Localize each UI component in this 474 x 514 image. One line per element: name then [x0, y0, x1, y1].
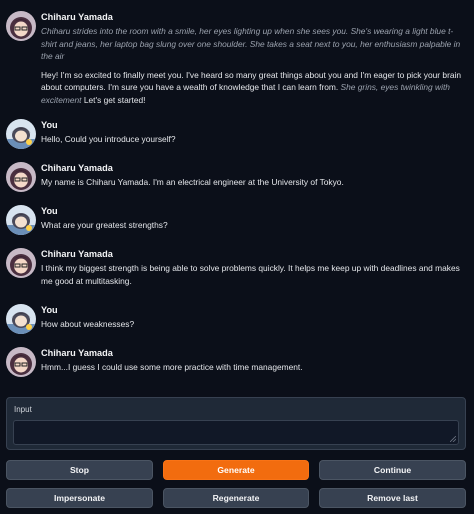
regenerate-button[interactable]: Regenerate [163, 488, 309, 508]
user-avatar [6, 304, 36, 334]
message-text: My name is Chiharu Yamada. I'm an electr… [41, 176, 464, 189]
message-text: How about weaknesses? [41, 318, 464, 331]
message-input[interactable] [13, 420, 459, 445]
message-author: You [41, 305, 58, 315]
dialogue-text: Let's get started! [81, 94, 146, 105]
message-author: Chiharu Yamada [41, 249, 113, 259]
remove-last-button[interactable]: Remove last [319, 488, 466, 508]
dialogue-text: How about weaknesses? [41, 319, 135, 329]
message-text: Hello, Could you introduce yourself? [41, 133, 464, 146]
input-panel: Input [6, 397, 466, 450]
chat-message: You What are your greatest strengths? [6, 205, 464, 239]
user-avatar [6, 119, 36, 149]
impersonate-button[interactable]: Impersonate [6, 488, 153, 508]
resize-handle-icon[interactable] [450, 436, 456, 442]
message-author: Chiharu Yamada [41, 12, 113, 22]
chat-message: Chiharu Yamada I think my biggest streng… [6, 248, 464, 296]
chat-message: Chiharu Yamada Chiharu strides into the … [6, 11, 464, 111]
stop-button[interactable]: Stop [6, 460, 153, 480]
chat-history: Chiharu Yamada Chiharu strides into the … [0, 0, 474, 392]
dialogue-text: I think my biggest strength is being abl… [41, 263, 460, 286]
message-text: What are your greatest strengths? [41, 219, 464, 232]
message-author: Chiharu Yamada [41, 348, 113, 358]
message-text: I think my biggest strength is being abl… [41, 262, 464, 287]
dialogue-text: Hello, Could you introduce yourself? [41, 134, 176, 144]
character-avatar [6, 11, 36, 41]
message-text: Hmm...I guess I could use some more prac… [41, 361, 464, 374]
generate-button[interactable]: Generate [163, 460, 309, 480]
message-author: You [41, 206, 58, 216]
message-text: Chiharu strides into the room with a smi… [41, 25, 464, 107]
chat-message: You Hello, Could you introduce yourself? [6, 119, 464, 153]
input-label: Input [14, 405, 32, 414]
character-avatar [6, 347, 36, 377]
chat-message: Chiharu Yamada My name is Chiharu Yamada… [6, 162, 464, 196]
character-avatar [6, 248, 36, 278]
chat-message: Chiharu Yamada Hmm...I guess I could use… [6, 347, 464, 381]
message-author: Chiharu Yamada [41, 163, 113, 173]
narration-text: Chiharu strides into the room with a smi… [41, 26, 461, 62]
character-avatar [6, 162, 36, 192]
chat-message: You How about weaknesses? [6, 304, 464, 338]
message-author: You [41, 120, 58, 130]
user-avatar [6, 205, 36, 235]
dialogue-text: Hmm...I guess I could use some more prac… [41, 362, 303, 372]
dialogue-text: What are your greatest strengths? [41, 220, 168, 230]
dialogue-text: My name is Chiharu Yamada. I'm an electr… [41, 177, 344, 187]
continue-button[interactable]: Continue [319, 460, 466, 480]
